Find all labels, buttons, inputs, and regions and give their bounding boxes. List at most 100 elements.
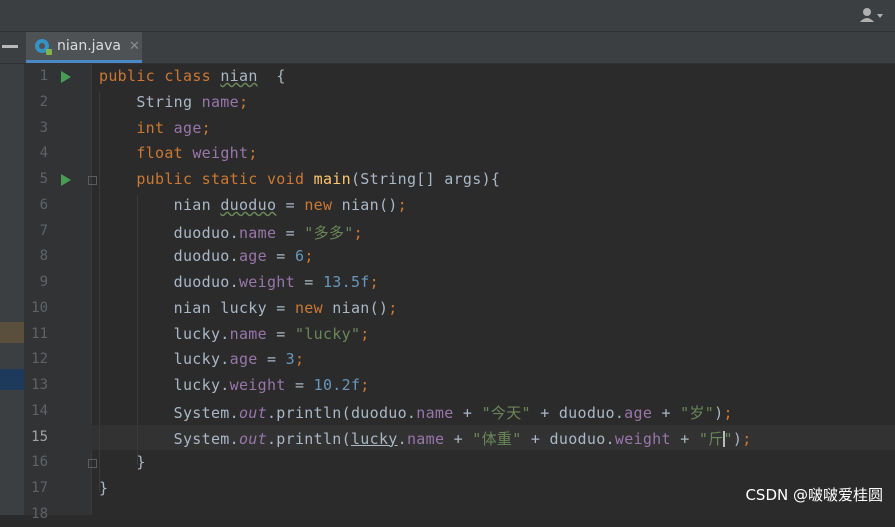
- code-token: ;: [723, 403, 733, 422]
- code-token: main: [313, 170, 351, 188]
- code-token: =: [285, 376, 314, 394]
- code-token: weight: [192, 144, 249, 163]
- code-line[interactable]: 6 nian duoduo = new nian();: [0, 193, 895, 219]
- code-token: out: [238, 403, 267, 422]
- run-icon[interactable]: [61, 174, 71, 186]
- code-token: ;: [294, 350, 305, 369]
- code-line[interactable]: 18: [0, 502, 895, 527]
- line-number: 18: [31, 505, 48, 522]
- code-token: +: [444, 429, 473, 448]
- code-token: lucky.: [99, 324, 230, 343]
- code-line[interactable]: 5 public static void main(String[] args)…: [0, 167, 895, 193]
- code-text: float weight;: [99, 144, 258, 162]
- code-line[interactable]: 4 float weight;: [0, 141, 895, 167]
- code-text: int age;: [99, 119, 211, 137]
- code-token: 6: [294, 247, 305, 266]
- line-number: 5: [39, 171, 48, 187]
- line-number: 15: [31, 428, 48, 445]
- code-token: name: [238, 223, 277, 242]
- code-token: public static void: [136, 170, 314, 188]
- line-number: 1: [39, 68, 48, 84]
- code-token: "岁": [680, 403, 715, 422]
- code-token: .println(duoduo.: [266, 403, 417, 422]
- code-text: nian lucky = new nian();: [99, 299, 398, 317]
- line-number: 7: [39, 222, 48, 239]
- fold-icon[interactable]: [88, 459, 97, 469]
- code-line[interactable]: 7 duoduo.name = "多多";: [0, 219, 895, 245]
- code-token: int: [136, 118, 174, 137]
- line-number: 8: [39, 248, 48, 265]
- code-text: duoduo.name = "多多";: [99, 222, 363, 243]
- code-text: System.out.println(duoduo.name + "今天" + …: [99, 402, 733, 423]
- code-token: ;: [304, 247, 314, 266]
- code-token: age: [173, 118, 202, 137]
- code-line[interactable]: 14 System.out.println(duoduo.name + "今天"…: [0, 399, 895, 425]
- code-token: age: [624, 403, 653, 422]
- code-token: duoduo.: [99, 273, 239, 291]
- code-token: nian: [99, 195, 221, 214]
- minimize-icon[interactable]: [2, 45, 18, 48]
- code-token: ;: [369, 273, 379, 291]
- run-icon[interactable]: [61, 71, 71, 83]
- code-text: System.out.println(lucky.name + "体重" + d…: [99, 428, 752, 449]
- code-token: +: [670, 429, 699, 448]
- code-line[interactable]: 9 duoduo.weight = 13.5f;: [0, 270, 895, 296]
- code-text: duoduo.age = 6;: [99, 247, 314, 265]
- code-token: nian: [220, 67, 258, 85]
- tab-nian-java[interactable]: nian.java ✕: [26, 32, 142, 63]
- code-token: "今天": [481, 403, 531, 422]
- line-number: 3: [39, 119, 48, 136]
- code-line[interactable]: 15 System.out.println(lucky.name + "体重" …: [0, 425, 895, 451]
- code-token: lucky.: [99, 350, 230, 369]
- code-line[interactable]: 10 nian lucky = new nian();: [0, 296, 895, 322]
- code-token: "多多": [304, 223, 354, 242]
- code-token: =: [266, 324, 295, 343]
- close-icon[interactable]: ✕: [129, 39, 140, 54]
- code-token: new: [304, 195, 342, 214]
- code-token: .println(: [266, 429, 351, 448]
- code-line[interactable]: 11 lucky.name = "lucky";: [0, 322, 895, 348]
- code-token: + duoduo.: [521, 429, 615, 448]
- code-token: duoduo: [220, 195, 277, 214]
- code-line[interactable]: 16 }: [0, 450, 895, 476]
- code-token: nian(): [341, 195, 398, 214]
- code-token: ;: [360, 376, 370, 394]
- code-line[interactable]: 8 duoduo.age = 6;: [0, 244, 895, 270]
- code-token: public: [99, 67, 165, 85]
- code-token: ;: [201, 118, 211, 137]
- line-number: 10: [31, 299, 48, 316]
- code-token: ": [723, 429, 733, 448]
- code-line[interactable]: 12 lucky.age = 3;: [0, 347, 895, 373]
- code-token: name: [229, 324, 267, 343]
- tab-label: nian.java: [57, 38, 121, 54]
- code-token: "斤: [698, 429, 724, 448]
- code-token: String: [99, 92, 202, 111]
- line-number: 16: [31, 454, 48, 471]
- code-line[interactable]: 2 String name;: [0, 90, 895, 116]
- code-token: 13.5f: [322, 273, 370, 291]
- code-token: nian(): [332, 298, 389, 317]
- code-token: =: [257, 350, 286, 369]
- code-line[interactable]: 1 public class nian {: [0, 64, 895, 90]
- user-icon[interactable]: [859, 7, 885, 23]
- code-line[interactable]: 3 int age;: [0, 116, 895, 142]
- code-token: {: [257, 67, 286, 85]
- watermark: CSDN @啵啵爱桂圆: [745, 486, 883, 504]
- fold-icon[interactable]: [88, 176, 97, 185]
- code-token: name: [416, 403, 454, 422]
- code-token: ;: [353, 223, 363, 242]
- code-token: System.: [99, 403, 239, 422]
- code-token: ;: [388, 298, 398, 317]
- code-line[interactable]: 13 lucky.weight = 10.2f;: [0, 373, 895, 399]
- code-token: ;: [742, 429, 752, 448]
- code-token: .: [397, 429, 407, 448]
- code-token: out: [238, 429, 267, 448]
- code-token: duoduo.: [99, 223, 239, 242]
- line-number: 12: [31, 351, 48, 368]
- code-text: }: [99, 453, 146, 471]
- line-number: 2: [39, 93, 48, 110]
- code-token: ;: [360, 324, 370, 343]
- line-number: 13: [31, 377, 48, 393]
